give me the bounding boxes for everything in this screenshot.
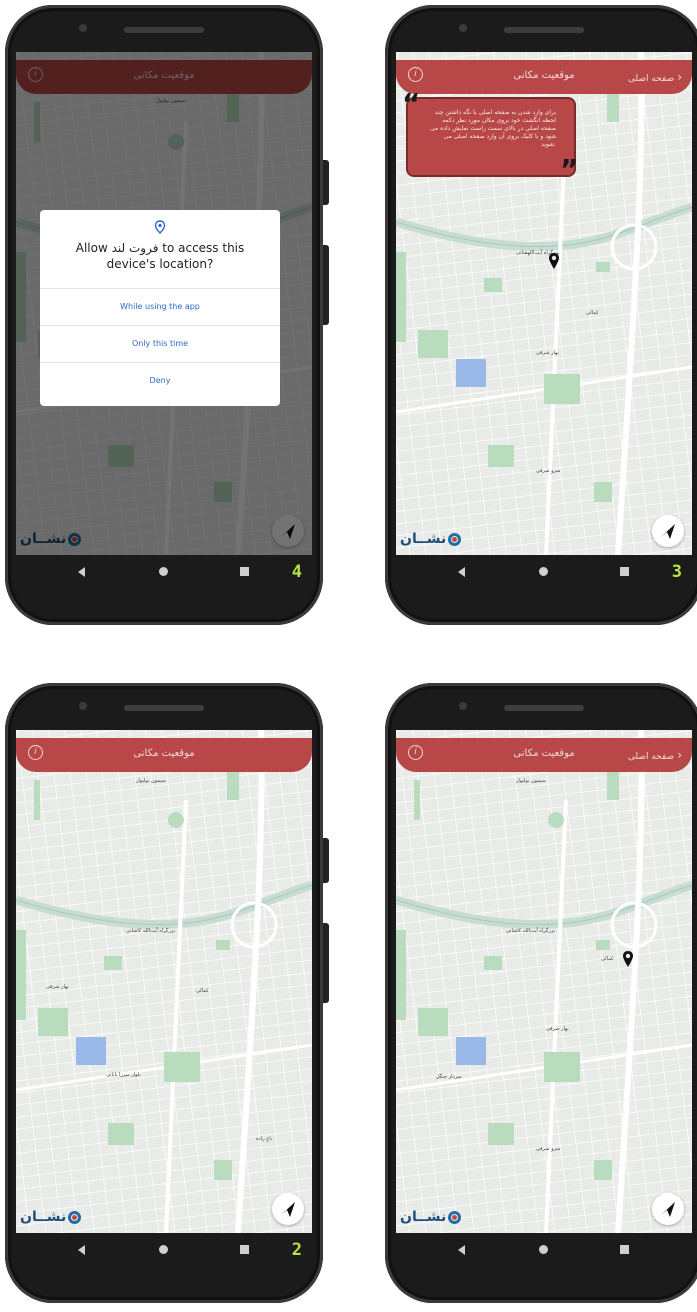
map-label: بهار شرقی xyxy=(536,350,559,356)
screen: سیمون بولیوار بزرگراه آیت‌الله کاشانی کم… xyxy=(16,730,312,1233)
brand-logo: نشــان xyxy=(400,1209,462,1225)
map-label: بزرگراه آیت‌الله کاشانی xyxy=(126,927,175,934)
logo-text: نشــان xyxy=(20,1209,67,1225)
map-label: سرو شرقی xyxy=(536,468,560,474)
while-using-app-button[interactable]: While using the app xyxy=(40,288,280,325)
nav-back-icon[interactable] xyxy=(78,1245,85,1255)
map-label: بهار شرقی xyxy=(46,984,69,990)
nav-bar: 4 xyxy=(16,557,312,587)
nav-home-icon[interactable] xyxy=(539,1245,548,1254)
logo-text: نشــان xyxy=(400,531,447,547)
speaker xyxy=(124,705,204,711)
phone-frame-4: سیمون بولیوار i موقعیت مکانی نشــان Allo… xyxy=(5,5,329,625)
screen-number: 4 xyxy=(291,562,302,582)
nav-bar: 3 xyxy=(396,557,692,587)
screen-number: 2 xyxy=(291,1240,302,1260)
map-label: سردار جنگل xyxy=(436,1073,462,1080)
camera xyxy=(459,702,467,710)
home-button-label: صفحه اصلی xyxy=(627,752,675,762)
open-quote-icon: “ xyxy=(402,87,421,120)
map-label: کمالی xyxy=(196,988,209,994)
map-label: سیمون بولیوار xyxy=(135,778,166,784)
volume-button xyxy=(323,838,329,883)
nav-bar: 2 xyxy=(16,1235,312,1265)
map-label: بهار شرقی xyxy=(546,1026,569,1032)
location-arrow-icon xyxy=(281,1202,295,1217)
camera xyxy=(79,702,87,710)
screen: سیمون بولیوار i موقعیت مکانی نشــان Allo… xyxy=(16,52,312,555)
map-marker-icon xyxy=(623,951,633,967)
map-label: باغ زاده xyxy=(256,1136,272,1142)
home-button-label: صفحه اصلی xyxy=(627,74,675,84)
speaker xyxy=(124,27,204,33)
map[interactable]: سیمون بولیوار بزرگراه آیت‌الله کاشانی کم… xyxy=(396,730,692,1233)
location-arrow-icon xyxy=(661,524,675,539)
app-bar: i موقعیت مکانی صفحه اصلی › xyxy=(396,738,692,772)
logo-ring-icon xyxy=(448,532,462,546)
camera xyxy=(459,24,467,32)
permission-dialog: Allow فروت لند to access this device's l… xyxy=(40,210,280,406)
camera xyxy=(79,24,87,32)
map[interactable]: سیمون بولیوار بزرگراه آیت‌الله کاشانی کم… xyxy=(16,730,312,1233)
map-label: کمالی xyxy=(601,956,614,962)
deny-button[interactable]: Deny xyxy=(40,362,280,399)
nav-recent-icon[interactable] xyxy=(620,567,629,576)
nav-back-icon[interactable] xyxy=(78,567,85,577)
screen: سیمون بولیوار بزرگراه آیت‌الله کاشانی کم… xyxy=(396,730,692,1233)
power-button xyxy=(323,923,329,1003)
map-marker-icon xyxy=(549,253,559,269)
screen: بزرگراه آیت‌اللهشانی کمالی بهار شرقی سرو… xyxy=(396,52,692,555)
close-quote-icon: ” xyxy=(560,153,579,186)
map-label: سیمون بولیوار xyxy=(515,778,546,784)
map-label: بلوار میرزا بابایی xyxy=(106,1072,141,1078)
chevron-right-icon: › xyxy=(677,748,682,762)
only-this-time-button[interactable]: Only this time xyxy=(40,325,280,362)
dialog-message: Allow فروت لند to access this device's l… xyxy=(75,241,245,271)
app-bar: i موقعیت مکانی صفحه اصلی › xyxy=(396,60,692,94)
nav-bar xyxy=(396,1235,692,1265)
nav-recent-icon[interactable] xyxy=(240,1245,249,1254)
chevron-right-icon: › xyxy=(677,70,682,84)
phone-frame-1: سیمون بولیوار بزرگراه آیت‌الله کاشانی کم… xyxy=(385,683,697,1303)
logo-ring-icon xyxy=(68,1210,82,1224)
phone-frame-3: بزرگراه آیت‌اللهشانی کمالی بهار شرقی سرو… xyxy=(385,5,697,625)
nav-back-icon[interactable] xyxy=(458,567,465,577)
app-bar: i موقعیت مکانی xyxy=(16,738,312,772)
volume-button xyxy=(323,160,329,205)
location-pin-icon xyxy=(154,220,166,234)
hint-text: برای وارد شدن به صفحه اصلی با نگه داشتن … xyxy=(430,109,556,148)
brand-logo: نشــان xyxy=(400,531,462,547)
my-location-button[interactable] xyxy=(272,1193,304,1225)
map-label: کمالی xyxy=(586,310,599,316)
nav-home-icon[interactable] xyxy=(159,1245,168,1254)
nav-recent-icon[interactable] xyxy=(240,567,249,576)
power-button xyxy=(323,245,329,325)
nav-home-icon[interactable] xyxy=(539,567,548,576)
speaker xyxy=(504,705,584,711)
phone-frame-2: سیمون بولیوار بزرگراه آیت‌الله کاشانی کم… xyxy=(5,683,329,1303)
screen-number: 3 xyxy=(671,562,682,582)
hint-bubble: برای وارد شدن به صفحه اصلی با نگه داشتن … xyxy=(408,99,574,175)
home-button[interactable]: صفحه اصلی › xyxy=(628,70,682,84)
speaker xyxy=(504,27,584,33)
page-title: موقعیت مکانی xyxy=(133,748,195,759)
my-location-button[interactable] xyxy=(652,515,684,547)
map-label: بزرگراه آیت‌الله کاشانی xyxy=(506,927,555,934)
brand-logo: نشــان xyxy=(20,1209,82,1225)
nav-recent-icon[interactable] xyxy=(620,1245,629,1254)
logo-text: نشــان xyxy=(400,1209,447,1225)
nav-home-icon[interactable] xyxy=(159,567,168,576)
logo-ring-icon xyxy=(448,1210,462,1224)
home-button[interactable]: صفحه اصلی › xyxy=(628,748,682,762)
map-label: سرو شرقی xyxy=(536,1146,560,1152)
location-arrow-icon xyxy=(661,1202,675,1217)
nav-back-icon[interactable] xyxy=(458,1245,465,1255)
my-location-button[interactable] xyxy=(652,1193,684,1225)
